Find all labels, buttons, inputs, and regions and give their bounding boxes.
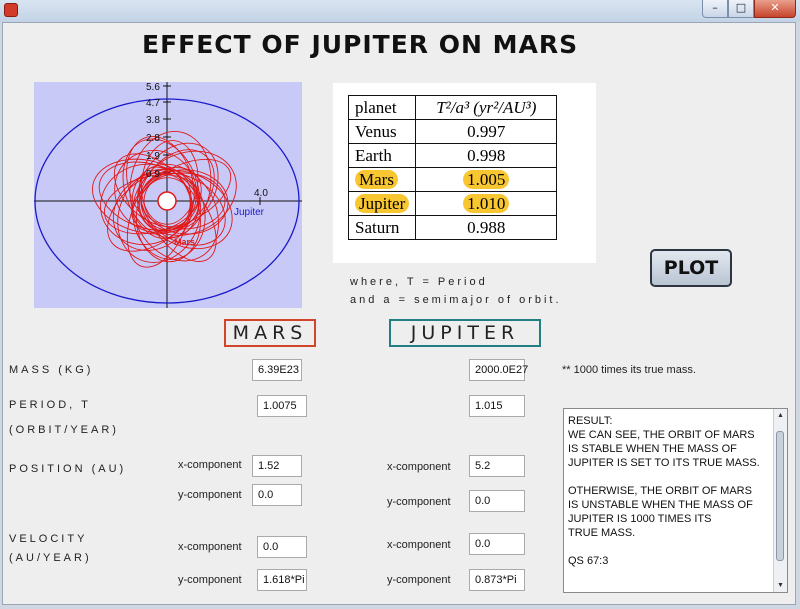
ratio-value: 0.998 [415, 143, 558, 168]
mass-note: ** 1000 times its true mass. [562, 364, 696, 376]
planet-name-text: Mars [355, 169, 398, 189]
y-tick-label: 2.8 [146, 133, 160, 144]
result-text: RESULT: WE CAN SEE, THE ORBIT OF MARS IS… [568, 415, 760, 567]
jupiter-pos-x-input[interactable]: 5.2 [469, 455, 525, 477]
mars-pos-x-input[interactable]: 1.52 [252, 455, 302, 477]
mars-vel-y-label: y-component [178, 574, 242, 586]
ratio-value-text: 1.005 [463, 169, 510, 189]
table-header-row: planet T²/a³ (yr²/AU³) [347, 95, 558, 120]
close-button[interactable]: ✕ [754, 0, 796, 18]
java-app-icon [4, 3, 18, 17]
result-textarea[interactable]: RESULT: WE CAN SEE, THE ORBIT OF MARS IS… [563, 408, 788, 593]
jupiter-vel-y-input[interactable]: 0.873*Pi [469, 569, 525, 591]
table-row-highlighted: Jupiter 1.010 [347, 191, 558, 216]
kepler-ratio-table: planet T²/a³ (yr²/AU³) Venus 0.997 Earth… [347, 95, 558, 240]
table-row: Saturn 0.988 [347, 215, 558, 240]
jupiter-mass-input[interactable]: 2000.0E27 [469, 359, 528, 381]
mars-label: Mars [174, 237, 195, 247]
scroll-down-icon[interactable]: ▼ [774, 579, 787, 592]
ratio-column-header: T²/a³ (yr²/AU³) [415, 95, 558, 120]
ratio-value: 1.010 [415, 191, 558, 216]
period-note: where, T = Period [350, 276, 488, 288]
y-tick-label: 4.7 [146, 98, 160, 109]
plot-button[interactable]: PLOT [650, 249, 732, 287]
mars-vel-x-label: x-component [178, 541, 242, 553]
velocity-label: VELOCITY [9, 533, 88, 545]
planet-name-text: Jupiter [355, 193, 410, 213]
table-row: Earth 0.998 [347, 143, 558, 168]
jupiter-vel-y-label: y-component [387, 574, 451, 586]
scroll-thumb[interactable] [776, 431, 784, 561]
mars-mass-input[interactable]: 6.39E23 [252, 359, 302, 381]
table-row: Venus 0.997 [347, 119, 558, 144]
jupiter-vel-x-label: x-component [387, 539, 451, 551]
y-tick-label: 1.9 [146, 151, 160, 162]
jupiter-label: Jupiter [234, 207, 265, 218]
result-scrollbar[interactable]: ▲ ▼ [773, 409, 787, 592]
period-label: PERIOD, T [9, 399, 91, 411]
mars-pos-x-label: x-component [178, 459, 242, 471]
planet-name: Saturn [347, 215, 417, 240]
page-title: EFFECT OF JUPITER ON MARS [142, 30, 579, 59]
sun-marker [157, 191, 177, 211]
ratio-value-text: 1.010 [463, 193, 510, 213]
orbit-plot-svg: 5.6 4.7 3.8 2.8 1.9 0.9 4.0 Jupiter Mars [34, 82, 302, 308]
kepler-ratio-table-image: planet T²/a³ (yr²/AU³) Venus 0.997 Earth… [333, 83, 596, 263]
period-unit-label: (ORBIT/YEAR) [9, 424, 119, 436]
ratio-header-text: T²/a³ (yr²/AU³) [436, 97, 537, 117]
orbit-plot: 5.6 4.7 3.8 2.8 1.9 0.9 4.0 Jupiter Mars [34, 82, 302, 308]
y-tick-label: 5.6 [146, 82, 160, 93]
mass-label: MASS (KG) [9, 364, 94, 376]
planet-name: Earth [347, 143, 417, 168]
mars-vel-x-input[interactable]: 0.0 [257, 536, 307, 558]
ratio-value: 0.988 [415, 215, 558, 240]
jupiter-period-input[interactable]: 1.015 [469, 395, 525, 417]
jupiter-pos-x-label: x-component [387, 461, 451, 473]
position-label: POSITION (AU) [9, 463, 127, 475]
ratio-value: 1.005 [415, 167, 558, 192]
mars-period-input[interactable]: 1.0075 [257, 395, 307, 417]
semimajor-note: and a = semimajor of orbit. [350, 294, 562, 306]
planet-name: Mars [347, 167, 417, 192]
minimize-button[interactable]: – [702, 0, 728, 18]
maximize-button[interactable]: □ [728, 0, 754, 18]
window-titlebar: – □ ✕ [0, 0, 800, 22]
y-tick-label: 3.8 [146, 115, 160, 126]
mars-pos-y-input[interactable]: 0.0 [252, 484, 302, 506]
scroll-up-icon[interactable]: ▲ [774, 409, 787, 422]
jupiter-pos-y-input[interactable]: 0.0 [469, 490, 525, 512]
mars-vel-y-input[interactable]: 1.618*Pi [257, 569, 307, 591]
y-tick-label: 0.9 [146, 169, 160, 180]
jupiter-vel-x-input[interactable]: 0.0 [469, 533, 525, 555]
x-tick-label: 4.0 [254, 188, 268, 199]
jupiter-header: JUPITER [389, 319, 541, 347]
planet-name: Jupiter [347, 191, 417, 216]
mars-header: MARS [224, 319, 316, 347]
planet-name: Venus [347, 119, 417, 144]
jupiter-pos-y-label: y-component [387, 496, 451, 508]
mars-pos-y-label: y-component [178, 489, 242, 501]
table-row-highlighted: Mars 1.005 [347, 167, 558, 192]
ratio-value: 0.997 [415, 119, 558, 144]
planet-column-header: planet [347, 95, 417, 120]
velocity-unit-label: (AU/YEAR) [9, 552, 92, 564]
